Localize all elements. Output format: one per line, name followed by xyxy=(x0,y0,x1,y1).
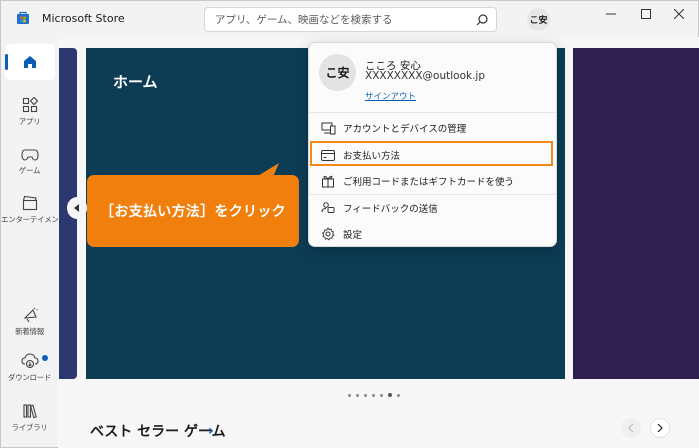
carousel-dot[interactable] xyxy=(356,393,359,397)
signout-link[interactable]: サインアウト xyxy=(365,90,416,102)
carousel-dot[interactable] xyxy=(364,393,367,397)
close-icon xyxy=(674,9,684,19)
carousel-dot[interactable] xyxy=(348,393,351,397)
sidebar-item-label: アプリ xyxy=(18,117,41,126)
store-window: Microsoft Store こ安 xyxy=(0,0,699,448)
account-email: XXXXXXXX@outlook.jp xyxy=(365,70,486,82)
gear-icon xyxy=(320,226,336,242)
sidebar-item-entertainment[interactable]: エンターテイメント xyxy=(1,195,66,225)
title-bar: Microsoft Store こ安 xyxy=(1,1,698,37)
section-prev-button[interactable] xyxy=(621,418,641,438)
carousel-dot[interactable] xyxy=(380,393,383,397)
close-button[interactable] xyxy=(669,7,689,21)
sidebar-item-whats-new[interactable]: 新着情報 xyxy=(1,307,58,337)
search-icon[interactable] xyxy=(475,13,489,27)
sidebar-item-label: ダウンロード xyxy=(7,373,52,382)
chevron-left-icon xyxy=(74,204,79,212)
chevron-left-icon xyxy=(628,424,634,432)
account-button[interactable]: こ安 xyxy=(527,8,550,31)
library-icon xyxy=(22,404,37,419)
feedback-icon xyxy=(320,200,336,216)
sidebar-item-label: 新着情報 xyxy=(15,327,44,336)
section-title[interactable]: ベスト セラー ゲーム xyxy=(90,421,226,441)
carousel-dots xyxy=(348,393,400,397)
page-title: ホーム xyxy=(113,73,158,91)
minimize-button[interactable] xyxy=(601,7,621,21)
home-icon xyxy=(24,56,36,68)
apps-icon xyxy=(22,97,38,113)
update-badge xyxy=(42,355,48,361)
search-box[interactable] xyxy=(204,7,497,32)
search-input[interactable] xyxy=(215,11,455,29)
callout-text: ［お支払い方法］をクリック xyxy=(100,204,286,220)
sidebar-item-label: ゲーム xyxy=(18,166,41,175)
menu-item-send-feedback[interactable]: フィードバックの送信 xyxy=(312,196,555,220)
menu-item-settings[interactable]: 設定 xyxy=(312,222,555,246)
carousel-prev-button[interactable] xyxy=(67,197,87,219)
active-indicator xyxy=(5,54,8,70)
chevron-right-icon xyxy=(657,424,663,432)
sidebar-item-label: エンターテイメント xyxy=(1,215,66,224)
carousel-dot[interactable] xyxy=(372,393,375,397)
maximize-button[interactable] xyxy=(636,7,656,21)
menu-item-label: フィードバックの送信 xyxy=(343,204,438,215)
menu-divider xyxy=(309,194,556,195)
instruction-callout: ［お支払い方法］をクリック xyxy=(87,175,299,247)
sidebar-item-label: ライブラリ xyxy=(11,423,48,432)
carousel-dot[interactable] xyxy=(397,393,400,397)
menu-item-manage-account[interactable]: アカウントとデバイスの管理 xyxy=(312,116,555,140)
app-title: Microsoft Store xyxy=(42,12,125,25)
carousel-slide-next[interactable] xyxy=(573,48,699,379)
avatar: こ安 xyxy=(319,54,356,91)
clapperboard-icon xyxy=(22,195,37,211)
menu-item-label: ご利用コードまたはギフトカードを使う xyxy=(343,177,515,188)
menu-item-redeem-code[interactable]: ご利用コードまたはギフトカードを使う xyxy=(312,169,555,193)
devices-icon xyxy=(320,120,336,136)
carousel-dot-active[interactable] xyxy=(388,393,392,397)
sidebar-item-downloads[interactable]: ダウンロード xyxy=(1,353,58,383)
download-cloud-icon xyxy=(20,353,39,369)
sidebar-item-apps[interactable]: アプリ xyxy=(1,97,58,127)
gift-icon xyxy=(320,173,336,189)
sidebar-item-library[interactable]: ライブラリ xyxy=(1,403,58,433)
menu-divider xyxy=(309,112,556,113)
sidebar-item-games[interactable]: ゲーム xyxy=(1,148,58,176)
microsoft-store-icon xyxy=(17,11,29,24)
section-chevron-icon[interactable]: › xyxy=(208,423,214,439)
minimize-icon xyxy=(606,13,616,15)
sidebar-item-home[interactable] xyxy=(5,44,55,80)
payment-options-highlight xyxy=(310,141,553,166)
sidebar: アプリ ゲーム エンターテイメント 新着情報 ダウンロード ライブラリ xyxy=(1,37,66,447)
menu-item-label: アカウントとデバイスの管理 xyxy=(343,124,467,135)
maximize-icon xyxy=(641,9,651,19)
gamepad-icon xyxy=(20,149,39,161)
menu-item-label: 設定 xyxy=(343,230,363,241)
megaphone-icon xyxy=(23,307,38,323)
section-next-button[interactable] xyxy=(650,418,670,438)
